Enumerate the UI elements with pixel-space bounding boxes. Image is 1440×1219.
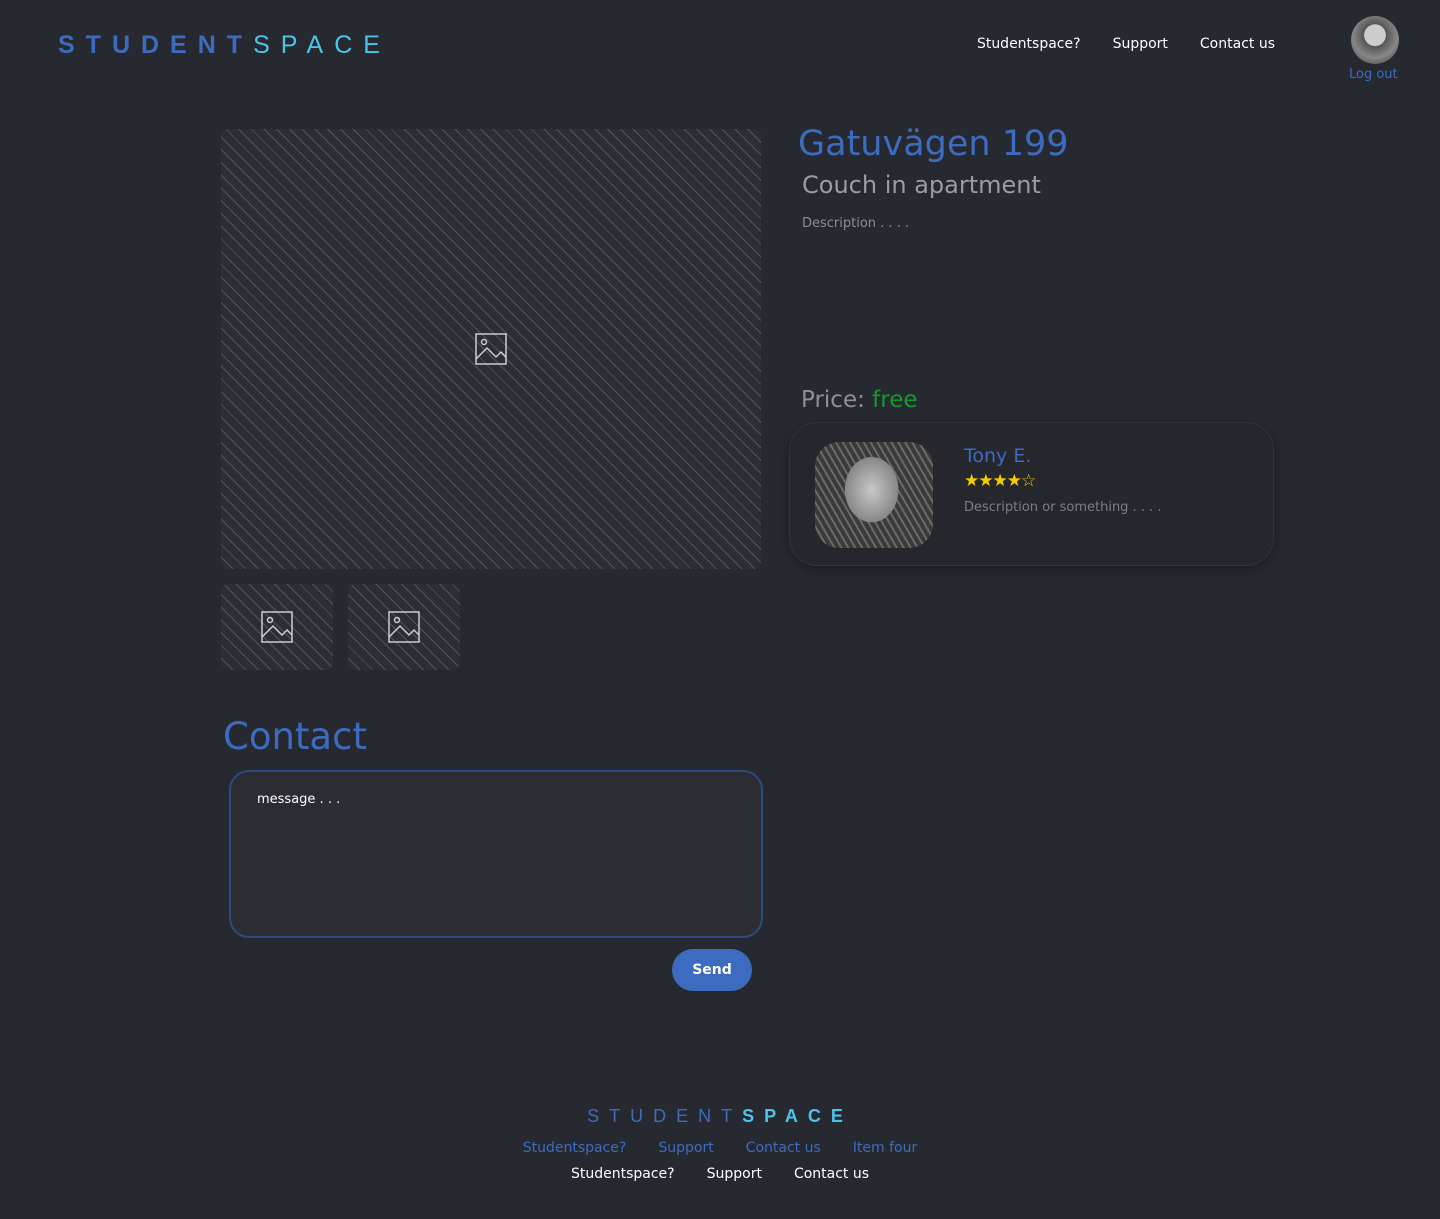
image-placeholder-icon: [388, 611, 420, 643]
footer-links-secondary: Studentspace? Support Contact us: [0, 1166, 1440, 1182]
price-value: free: [872, 387, 918, 413]
footer-link[interactable]: Contact us: [794, 1166, 869, 1182]
listing-subtitle: Couch in apartment: [802, 171, 1041, 199]
footer-links-primary: Studentspace? Support Contact us Item fo…: [0, 1140, 1440, 1156]
logo[interactable]: STUDENTSPACE: [58, 31, 391, 60]
top-nav: Studentspace? Support Contact us: [977, 36, 1275, 52]
image-placeholder-icon: [261, 611, 293, 643]
contact-heading: Contact: [223, 715, 367, 758]
image-placeholder-icon: [475, 333, 507, 365]
listing-description: Description . . . .: [802, 216, 910, 231]
price: Price: free: [801, 387, 918, 413]
footer-link[interactable]: Studentspace?: [523, 1140, 627, 1156]
nav-support[interactable]: Support: [1113, 36, 1168, 52]
star-rating: ★★★★☆: [964, 471, 1036, 491]
main-image[interactable]: [221, 129, 761, 569]
footer-logo: STUDENTSPACE: [0, 1106, 1440, 1127]
seller-card[interactable]: Tony E. ★★★★☆ Description or something .…: [789, 422, 1274, 566]
logout-link[interactable]: Log out: [1349, 67, 1398, 82]
nav-contact[interactable]: Contact us: [1200, 36, 1275, 52]
user-avatar[interactable]: [1351, 16, 1399, 64]
seller-photo: [815, 442, 933, 548]
footer-link[interactable]: Item four: [853, 1140, 917, 1156]
send-button[interactable]: Send: [672, 949, 752, 991]
seller-name[interactable]: Tony E.: [964, 445, 1031, 467]
logo-part: STUDENT: [58, 31, 254, 59]
price-label: Price:: [801, 387, 865, 413]
logo-part: SPACE: [253, 31, 391, 59]
message-input[interactable]: [229, 770, 763, 938]
footer-link[interactable]: Support: [707, 1166, 762, 1182]
nav-studentspace[interactable]: Studentspace?: [977, 36, 1081, 52]
footer-link[interactable]: Contact us: [746, 1140, 821, 1156]
thumbnail-2[interactable]: [348, 584, 460, 670]
thumbnail-1[interactable]: [221, 584, 333, 670]
footer-link[interactable]: Studentspace?: [571, 1166, 675, 1182]
logo-part: STUDENT: [587, 1106, 743, 1126]
logo-part: SPACE: [742, 1106, 853, 1126]
listing-title: Gatuvägen 199: [798, 124, 1069, 164]
seller-description: Description or something . . . .: [964, 500, 1162, 515]
footer-link[interactable]: Support: [658, 1140, 713, 1156]
